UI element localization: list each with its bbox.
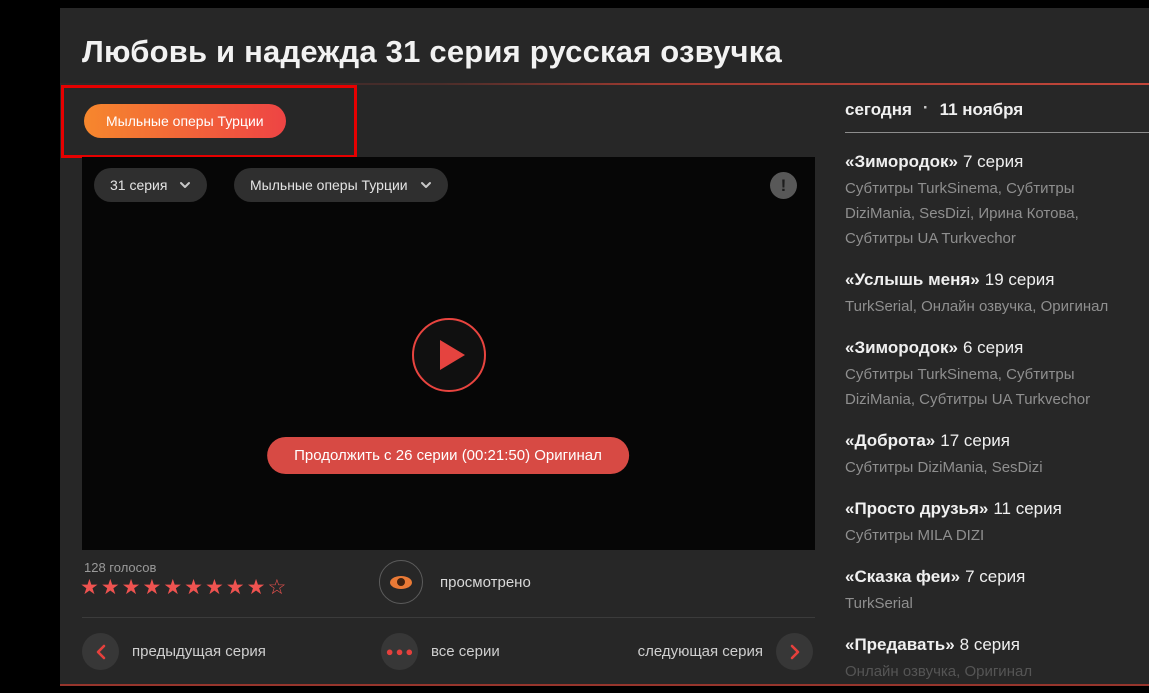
episode-number: 17 серия xyxy=(940,431,1010,450)
episode-list-item[interactable]: «Просто друзья» 11 серия Субтитры MILA DI… xyxy=(845,497,1135,548)
show-name: «Услышь меня» xyxy=(845,270,980,289)
star-rating[interactable]: ★★★★★★★★★☆ xyxy=(80,575,288,600)
episode-list-item[interactable]: «Предавать» 8 серия Онлайн озвучка, Ориги… xyxy=(845,633,1135,684)
episode-dropdown-value: 31 серия xyxy=(110,177,167,193)
sidebar-divider xyxy=(845,132,1149,133)
episode-list-item[interactable]: «Зимородок» 6 серия Субтитры TurkSinema, … xyxy=(845,336,1135,412)
episode-list-item[interactable]: «Услышь меня» 19 серия TurkSerial, Онлайн… xyxy=(845,268,1135,319)
star-filled-icon[interactable]: ★ xyxy=(122,576,143,599)
all-episodes-label: все серии xyxy=(431,643,500,660)
episode-voiceovers: TurkSerial xyxy=(845,591,1117,616)
watched-toggle[interactable] xyxy=(379,560,423,604)
next-episode-button[interactable]: следующая серия xyxy=(638,633,813,670)
star-filled-icon[interactable]: ★ xyxy=(80,576,101,599)
episode-number: 7 серия xyxy=(965,567,1025,586)
video-player[interactable]: 31 серия Мыльные оперы Турции ! Продолжи… xyxy=(82,157,815,550)
today-label: сегодня xyxy=(845,100,912,119)
episode-voiceovers: Субтитры MILA DIZI xyxy=(845,523,1117,548)
date-label: 11 ноября xyxy=(940,100,1024,119)
episode-number: 19 серия xyxy=(985,270,1055,289)
star-filled-icon[interactable]: ★ xyxy=(247,576,268,599)
episode-title: «Просто друзья» 11 серия xyxy=(845,497,1135,521)
episode-list-item[interactable]: «Зимородок» 7 серия Субтитры TurkSinema, … xyxy=(845,150,1135,251)
episode-voiceovers: Субтитры TurkSinema, Субтитры DiziMania,… xyxy=(845,362,1117,412)
show-name: «Просто друзья» xyxy=(845,499,988,518)
episode-title: «Зимородок» 6 серия xyxy=(845,336,1135,360)
report-issue-icon[interactable]: ! xyxy=(770,172,797,199)
star-filled-icon[interactable]: ★ xyxy=(205,576,226,599)
play-button[interactable] xyxy=(412,318,486,392)
episode-number: 7 серия xyxy=(963,152,1023,171)
play-icon xyxy=(440,340,465,370)
star-filled-icon[interactable]: ★ xyxy=(142,576,163,599)
episode-number: 8 серия xyxy=(960,635,1020,654)
section-divider xyxy=(82,617,815,618)
category-dropdown-value: Мыльные оперы Турции xyxy=(250,177,408,193)
episode-number: 11 серия xyxy=(993,499,1061,518)
show-name: «Зимородок» xyxy=(845,338,958,357)
show-name: «Зимородок» xyxy=(845,152,958,171)
episode-number: 6 серия xyxy=(963,338,1023,357)
genre-tag-button[interactable]: Мыльные оперы Турции xyxy=(84,104,286,138)
episode-voiceovers: Субтитры DiziMania, SesDizi xyxy=(845,455,1117,480)
all-episodes-button[interactable]: ●●● все серии xyxy=(381,633,500,670)
previous-episode-label: предыдущая серия xyxy=(132,643,266,660)
dot-separator: · xyxy=(923,98,929,118)
votes-count: 128 голосов xyxy=(84,560,156,575)
today-episodes-sidebar: сегодня · 11 ноября «Зимородок» 7 серия Суб… xyxy=(845,100,1135,684)
episode-title: «Доброта» 17 серия xyxy=(845,429,1135,453)
episode-title: «Услышь меня» 19 серия xyxy=(845,268,1135,292)
episode-list-item[interactable]: «Доброта» 17 серия Субтитры DiziMania, Se… xyxy=(845,429,1135,480)
chevron-down-icon xyxy=(420,181,432,189)
show-name: «Сказка феи» xyxy=(845,567,960,586)
episode-title: «Зимородок» 7 серия xyxy=(845,150,1135,174)
star-filled-icon[interactable]: ★ xyxy=(184,576,205,599)
title-divider xyxy=(60,83,1149,85)
page-title: Любовь и надежда 31 серия русская озвучк… xyxy=(82,34,782,70)
star-filled-icon[interactable]: ★ xyxy=(163,576,184,599)
show-name: «Предавать» xyxy=(845,635,955,654)
watched-label: просмотрено xyxy=(440,574,531,591)
star-empty-icon[interactable]: ☆ xyxy=(267,576,288,599)
chevron-right-icon xyxy=(776,633,813,670)
chevron-down-icon xyxy=(179,181,191,189)
category-dropdown[interactable]: Мыльные оперы Турции xyxy=(234,168,448,202)
episode-navigation: предыдущая серия ●●● все серии следующая… xyxy=(82,633,815,673)
star-filled-icon[interactable]: ★ xyxy=(226,576,247,599)
eye-icon xyxy=(390,576,412,589)
episode-dropdown[interactable]: 31 серия xyxy=(94,168,207,202)
show-name: «Доброта» xyxy=(845,431,935,450)
continue-watching-button[interactable]: Продолжить с 26 серии (00:21:50) Оригина… xyxy=(267,437,629,474)
sidebar-date-header: сегодня · 11 ноября xyxy=(845,100,1135,132)
episode-title: «Сказка феи» 7 серия xyxy=(845,565,1135,589)
ellipsis-icon: ●●● xyxy=(381,633,418,670)
chevron-left-icon xyxy=(82,633,119,670)
episode-title: «Предавать» 8 серия xyxy=(845,633,1135,657)
next-episode-label: следующая серия xyxy=(638,643,763,660)
episode-voiceovers: Субтитры TurkSinema, Субтитры DiziMania,… xyxy=(845,176,1117,251)
episode-list-item[interactable]: «Сказка феи» 7 серия TurkSerial xyxy=(845,565,1135,616)
episode-voiceovers: Онлайн озвучка, Оригинал xyxy=(845,659,1117,684)
star-filled-icon[interactable]: ★ xyxy=(101,576,122,599)
previous-episode-button[interactable]: предыдущая серия xyxy=(82,633,266,670)
episode-voiceovers: TurkSerial, Онлайн озвучка, Оригинал xyxy=(845,294,1117,319)
